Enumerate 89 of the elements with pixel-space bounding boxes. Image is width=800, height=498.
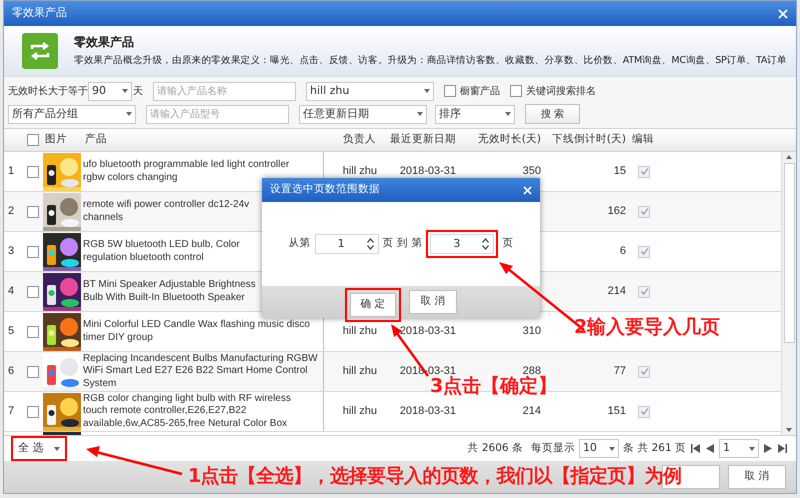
last-page-icon[interactable]: [777, 443, 788, 454]
column-header[interactable]: 最近更新日期: [379, 132, 459, 148]
edit-checkbox[interactable]: [638, 286, 650, 298]
spinner-icon[interactable]: [366, 238, 374, 250]
previous-page-icon[interactable]: [705, 443, 715, 454]
product-name-field[interactable]: 请输入产品名称: [153, 82, 296, 100]
idle-days-cell-text: 310: [522, 324, 542, 340]
owner-cell-text: hill zhu: [342, 404, 378, 420]
row-number: 5: [7, 324, 16, 340]
owner-select[interactable]: hill zhu: [306, 82, 434, 100]
product-name: Replacing Incandescent Bulbs Manufacturing RGBW WiFi Smart Led E27 E26 B22 Smart Home Control System: [82, 352, 324, 391]
checkbox[interactable]: [444, 85, 456, 97]
window-title: 零效果产品: [12, 5, 67, 22]
annotation-text: 1点击【全选】，选择要导入的页数，我们以【指定页】为例: [188, 464, 682, 489]
product-name: RGB color changing light bulb with RF wireless touch remote controller,E26,E27,B22 available,6w,AC85-265,free Netural Color Box: [82, 392, 324, 431]
header-title: 零效果产品: [74, 34, 135, 52]
column-header[interactable]: 下线倒计时(天): [544, 132, 629, 148]
days-unit: 天: [133, 84, 143, 98]
page-number-field[interactable]: 3: [430, 234, 494, 254]
confirm-button[interactable]: [662, 465, 720, 489]
repeat-icon: [22, 33, 58, 69]
column-header[interactable]: 无效时长(天): [459, 132, 544, 148]
close-icon[interactable]: [778, 8, 788, 18]
countdown-cell-text: 151: [606, 404, 627, 420]
min-days-select[interactable]: 90: [88, 82, 132, 100]
from-label: 从第: [288, 236, 311, 252]
page-select[interactable]: 1: [719, 439, 759, 458]
product-model-field[interactable]: 请输入产品型号: [146, 104, 289, 124]
row-checkbox[interactable]: [27, 246, 39, 258]
row-number: 4: [7, 284, 16, 300]
update-date-select[interactable]: 任意更新日期: [299, 104, 427, 124]
to-label: 页 到 第: [382, 236, 422, 252]
column-header[interactable]: 负责人: [324, 132, 379, 148]
next-page-icon[interactable]: [763, 443, 773, 454]
countdown-cell-text: 162: [606, 204, 627, 220]
unit-label: 页: [502, 236, 514, 252]
row-number: 7: [7, 404, 16, 420]
checkbox[interactable]: [510, 85, 522, 97]
select-all-checkbox[interactable]: [27, 134, 39, 146]
row-number: 2: [7, 204, 16, 220]
column-header[interactable]: 产品: [82, 132, 324, 148]
edit-checkbox[interactable]: [638, 246, 650, 258]
row-checkbox[interactable]: [27, 406, 39, 418]
column-header[interactable]: 编辑: [629, 132, 659, 148]
checkbox-label: 橱窗产品: [460, 84, 500, 98]
countdown-cell-text: 214: [606, 284, 627, 300]
checkbox-label: 关键词搜索排名: [526, 84, 596, 98]
sort-select[interactable]: 排序: [435, 104, 515, 124]
page-number-field[interactable]: 1: [314, 234, 379, 254]
column-header[interactable]: 图片: [42, 132, 82, 148]
row-number: 1: [7, 164, 16, 180]
row-checkbox[interactable]: [27, 286, 39, 298]
edit-checkbox[interactable]: [638, 206, 650, 218]
annotation-text: 3点击【确定】: [430, 374, 558, 399]
owner-cell-text: hill zhu: [342, 324, 378, 340]
per-page-label: 每页显示: [530, 440, 575, 456]
row-checkbox[interactable]: [27, 166, 39, 178]
idle-days-cell-text: 350: [522, 164, 542, 180]
dialog-confirm-button[interactable]: 确 定: [350, 293, 396, 317]
per-page-select[interactable]: 10: [578, 439, 619, 458]
edit-checkbox[interactable]: [638, 406, 650, 418]
idle-days-cell-text: 214: [522, 404, 542, 420]
dialog-cancel-button[interactable]: 取 消: [409, 290, 457, 314]
owner-cell-text: hill zhu: [342, 164, 378, 180]
date-cell-text: 2018-03-31: [398, 404, 457, 420]
owner-cell-text: hill zhu: [342, 364, 378, 380]
countdown-cell-text: 6: [618, 244, 627, 260]
search-button[interactable]: 搜 索: [525, 104, 580, 124]
row-number: 3: [7, 244, 16, 260]
page-count: 条 共 261 页: [622, 440, 686, 456]
edit-checkbox[interactable]: [638, 366, 650, 378]
product-group-select[interactable]: 所有产品分组: [8, 104, 136, 124]
date-cell-text: 2018-03-31: [398, 324, 457, 340]
total-count: 共 2606 条: [468, 440, 523, 456]
close-icon[interactable]: [523, 186, 532, 194]
row-number: 6: [7, 364, 16, 380]
date-cell-text: 2018-03-31: [398, 164, 457, 180]
first-page-icon[interactable]: [690, 443, 701, 454]
edit-checkbox[interactable]: [638, 166, 650, 178]
row-checkbox[interactable]: [27, 206, 39, 218]
row-checkbox[interactable]: [27, 326, 39, 338]
countdown-cell-text: 77: [612, 364, 627, 380]
header-description: 零效果产品概念升级，由原来的零效果定义：曝光、点击、反馈、访客。升级为：商品详情访客数、收藏数、分享数、比价数、ATM询盘、MC询盘、SP订单、TA订单: [74, 54, 787, 68]
row-checkbox[interactable]: [27, 366, 39, 378]
countdown-cell-text: 15: [612, 164, 627, 180]
scrollbar[interactable]: [781, 152, 796, 435]
cancel-button[interactable]: 取 消: [728, 465, 786, 489]
min-days-label: 无效时长大于等于: [8, 84, 88, 98]
spinner-icon[interactable]: [482, 238, 490, 250]
